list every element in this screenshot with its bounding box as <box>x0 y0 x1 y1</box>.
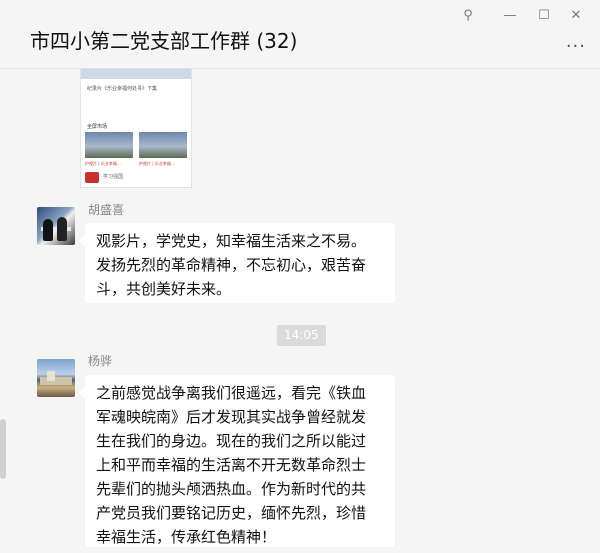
card-thumbnail-caption: 护视片 | 乐业幸福… <box>85 161 121 166</box>
title-bar: 市四小第二党支部工作群 (32) ⚲ — ☐ ✕ ··· <box>0 0 600 69</box>
avatar[interactable] <box>37 207 75 245</box>
more-options-icon[interactable]: ··· <box>566 38 586 56</box>
pin-icon[interactable]: ⚲ <box>458 6 478 24</box>
message-text-line: 军魂映皖南》后才发现其实战争曾经就发 <box>96 408 367 426</box>
chat-history[interactable]: 纪录片《乐业幸福何处寻》下集 全屏市场 护视片 | 乐业幸福… 护视片 | 乐业… <box>0 69 600 553</box>
maximize-icon[interactable]: ☐ <box>534 6 554 24</box>
card-section: 全屏市场 <box>87 124 108 130</box>
timestamp: 14:05 <box>277 325 326 346</box>
scrollbar[interactable] <box>0 419 6 479</box>
message-text-line: 斗，共创美好未来。 <box>96 280 232 298</box>
message-text-line: 之前感觉战争离我们很遥远，看完《铁血 <box>96 384 367 402</box>
close-icon[interactable]: ✕ <box>566 6 586 24</box>
card-thumbnail-caption: 护视片 | 乐业幸福… <box>139 161 175 166</box>
message-text-line: 发扬先烈的革命精神，不忘初心，艰苦奋 <box>96 256 367 274</box>
message-bubble[interactable]: 观影片，学党史，知幸福生活来之不易。 发扬先烈的革命精神，不忘初心，艰苦奋 斗，… <box>79 223 395 303</box>
message-text-line: 上和平而幸福的生活离不开无数革命烈士 <box>96 456 367 474</box>
message-text-line: 产党员我们要铭记历史，缅怀先烈，珍惜 <box>96 504 367 522</box>
card-app-name: 学习强国 <box>103 174 124 180</box>
message-text-line: 观影片，学党史，知幸福生活来之不易。 <box>96 232 367 250</box>
card-header-image <box>81 69 191 79</box>
shared-article-card[interactable]: 纪录片《乐业幸福何处寻》下集 全屏市场 护视片 | 乐业幸福… 护视片 | 乐业… <box>80 69 192 188</box>
card-thumbnail <box>85 132 133 158</box>
card-thumbnail <box>139 132 187 158</box>
message-text-line: 生在我们的身边。现在的我们之所以能过 <box>96 432 367 450</box>
sender-name: 胡盛喜 <box>88 203 125 217</box>
card-heading: 纪录片《乐业幸福何处寻》下集 <box>87 86 158 92</box>
message-text-line: 先辈们的抛头颅洒热血。作为新时代的共 <box>96 480 367 498</box>
message-text-line: 幸福生活，传承红色精神！ <box>96 528 277 546</box>
sender-name: 杨骅 <box>88 354 113 368</box>
app-logo-icon <box>85 172 99 183</box>
chat-title: 市四小第二党支部工作群 (32) <box>30 29 298 53</box>
message-bubble[interactable]: 之前感觉战争离我们很遥远，看完《铁血 军魂映皖南》后才发现其实战争曾经就发 生在… <box>79 375 395 547</box>
avatar[interactable] <box>37 359 75 397</box>
minimize-icon[interactable]: — <box>500 6 520 24</box>
